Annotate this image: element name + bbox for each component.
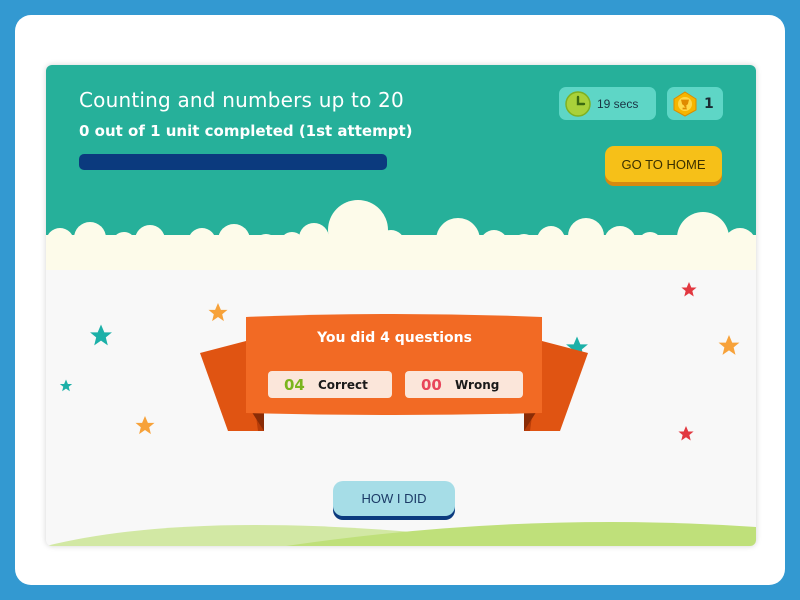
unit-progress-text: 0 out of 1 unit completed (1st attempt) (79, 122, 413, 140)
star-icon (681, 282, 697, 297)
wrong-count-box: 00 Wrong (405, 371, 523, 398)
clock-icon (565, 90, 591, 117)
star-icon (90, 324, 112, 346)
star-icon (135, 416, 155, 435)
coin-badge: 1 (667, 87, 723, 120)
star-icon (59, 379, 73, 392)
wrong-label: Wrong (455, 377, 500, 392)
how-i-did-button[interactable]: HOW I DID (333, 481, 455, 516)
wrong-count: 00 (421, 375, 442, 394)
cloud-border (46, 200, 756, 270)
header-banner: Counting and numbers up to 20 0 out of 1… (46, 65, 756, 270)
correct-label: Correct (318, 377, 368, 392)
result-panel: Counting and numbers up to 20 0 out of 1… (46, 65, 756, 546)
page-title: Counting and numbers up to 20 (79, 88, 404, 112)
star-icon (718, 335, 740, 355)
correct-count-box: 04 Correct (268, 371, 392, 398)
progress-bar (79, 154, 387, 170)
questions-heading: You did 4 questions (317, 330, 472, 346)
go-to-home-button[interactable]: GO TO HOME (605, 146, 722, 182)
green-hills (46, 521, 756, 546)
timer-text: 19 secs (597, 96, 639, 111)
coin-count: 1 (704, 95, 714, 112)
correct-count: 04 (284, 375, 305, 394)
star-icon (678, 426, 694, 441)
timer-badge: 19 secs (559, 87, 656, 120)
trophy-coin-icon (673, 90, 697, 117)
